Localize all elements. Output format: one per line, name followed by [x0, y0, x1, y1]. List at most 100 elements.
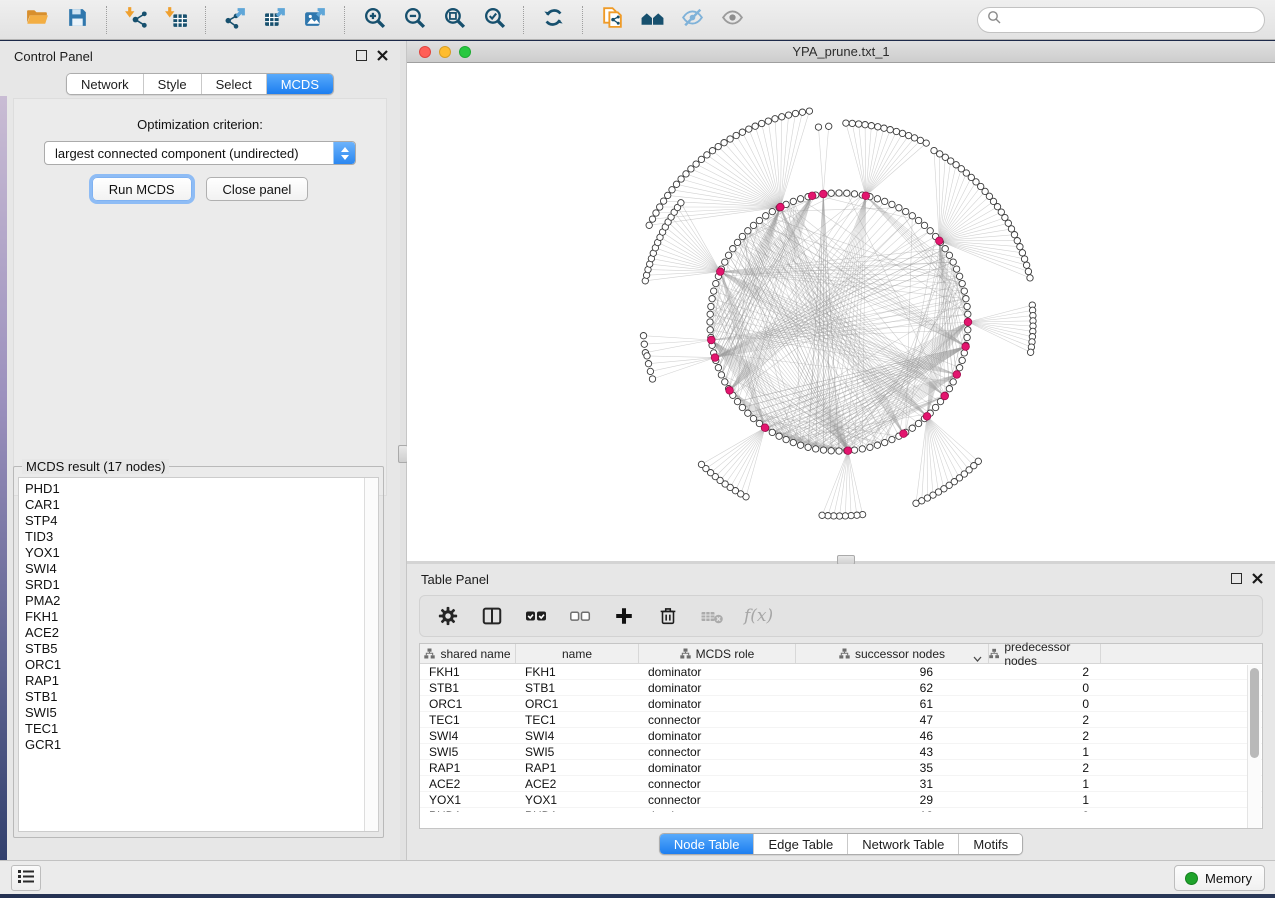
- network-window-titlebar[interactable]: YPA_prune.txt_1: [407, 41, 1275, 63]
- mcds-result-item[interactable]: YOX1: [25, 545, 364, 561]
- import-network-button[interactable]: [119, 3, 153, 37]
- table-row[interactable]: STB1STB1dominator620: [420, 680, 1262, 696]
- zoom-out-button[interactable]: [397, 3, 431, 37]
- mcds-result-item[interactable]: SWI5: [25, 705, 364, 721]
- open-session-button[interactable]: [20, 3, 54, 37]
- mcds-result-group: MCDS result (17 nodes) PHD1CAR1STP4TID3Y…: [13, 466, 384, 838]
- table-cell: 0: [989, 808, 1101, 812]
- table-cell: 46: [796, 728, 989, 743]
- save-session-button[interactable]: [60, 3, 94, 37]
- table-row[interactable]: ORC1ORC1dominator610: [420, 696, 1262, 712]
- table-cell: 43: [796, 744, 989, 759]
- sort-descending-icon: [973, 651, 982, 665]
- mcds-result-item[interactable]: CAR1: [25, 497, 364, 513]
- table-toolbar: f(x): [419, 595, 1263, 637]
- show-all-button[interactable]: [715, 3, 749, 37]
- close-panel-icon[interactable]: [1252, 573, 1263, 584]
- table-cell: 0: [989, 696, 1101, 711]
- show-eye-icon: [720, 5, 745, 35]
- search-icon: [987, 10, 1001, 29]
- import-table-button[interactable]: [159, 3, 193, 37]
- task-history-button[interactable]: [11, 865, 41, 891]
- mcds-result-item[interactable]: SWI4: [25, 561, 364, 577]
- search-box[interactable]: [977, 7, 1265, 33]
- first-neighbors-button[interactable]: [635, 3, 669, 37]
- deselect-all-button[interactable]: [568, 604, 592, 628]
- tab-mcds[interactable]: MCDS: [266, 74, 333, 94]
- select-stepper-icon: [333, 142, 355, 164]
- table-cell: dominator: [639, 680, 796, 695]
- table-cell: 0: [989, 680, 1101, 695]
- show-column-panel-button[interactable]: [480, 604, 504, 628]
- export-network-button[interactable]: [218, 3, 252, 37]
- table-cell: 62: [796, 680, 989, 695]
- table-row[interactable]: TEC1TEC1connector472: [420, 712, 1262, 728]
- network-canvas[interactable]: [407, 63, 1275, 560]
- close-panel-button[interactable]: Close panel: [206, 177, 309, 201]
- column-header-mcds-role[interactable]: MCDS role: [639, 644, 796, 663]
- tab-motifs[interactable]: Motifs: [958, 834, 1022, 854]
- window-zoom-light[interactable]: [459, 46, 471, 58]
- delete-column-button[interactable]: [656, 604, 680, 628]
- table-row[interactable]: RAP1RAP1dominator352: [420, 760, 1262, 776]
- close-panel-icon[interactable]: [377, 50, 388, 61]
- create-column-button[interactable]: [612, 604, 636, 628]
- table-row[interactable]: PHD1PHD1dominator180: [420, 808, 1262, 812]
- export-image-button[interactable]: [298, 3, 332, 37]
- criterion-select[interactable]: largest connected component (undirected): [44, 141, 356, 165]
- tab-network-table[interactable]: Network Table: [847, 834, 958, 854]
- tab-edge-table[interactable]: Edge Table: [753, 834, 847, 854]
- table-scrollbar[interactable]: [1247, 665, 1261, 828]
- mcds-result-item[interactable]: RAP1: [25, 673, 364, 689]
- column-header-successor-nodes[interactable]: successor nodes: [796, 644, 989, 663]
- mcds-result-item[interactable]: ACE2: [25, 625, 364, 641]
- table-row[interactable]: SWI4SWI4dominator462: [420, 728, 1262, 744]
- float-panel-icon[interactable]: [356, 50, 367, 61]
- table-settings-button[interactable]: [436, 604, 460, 628]
- status-bar: Memory: [0, 860, 1275, 894]
- zoom-in-button[interactable]: [357, 3, 391, 37]
- mcds-result-item[interactable]: SRD1: [25, 577, 364, 593]
- table-cell: ACE2: [420, 776, 516, 791]
- window-close-light[interactable]: [419, 46, 431, 58]
- zoom-fit-button[interactable]: [437, 3, 471, 37]
- table-row[interactable]: SWI5SWI5connector431: [420, 744, 1262, 760]
- table-cell: connector: [639, 776, 796, 791]
- column-header-predecessor-nodes[interactable]: predecessor nodes: [989, 644, 1101, 663]
- table-row[interactable]: ACE2ACE2connector311: [420, 776, 1262, 792]
- tab-style[interactable]: Style: [143, 74, 201, 94]
- mcds-result-item[interactable]: STP4: [25, 513, 364, 529]
- float-panel-icon[interactable]: [1231, 573, 1242, 584]
- scrollbar-thumb[interactable]: [1250, 668, 1259, 758]
- table-cell: PHD1: [516, 808, 639, 812]
- mcds-result-item[interactable]: STB5: [25, 641, 364, 657]
- mcds-result-item[interactable]: TEC1: [25, 721, 364, 737]
- mcds-result-item[interactable]: ORC1: [25, 657, 364, 673]
- column-header-name[interactable]: name: [516, 644, 639, 663]
- mcds-result-item[interactable]: FKH1: [25, 609, 364, 625]
- tab-select[interactable]: Select: [201, 74, 266, 94]
- run-mcds-button[interactable]: Run MCDS: [92, 177, 192, 201]
- mcds-list-scrollbar[interactable]: [364, 478, 378, 831]
- hide-selected-button[interactable]: [675, 3, 709, 37]
- table-cell: [1101, 664, 1262, 679]
- mcds-result-item[interactable]: PMA2: [25, 593, 364, 609]
- vertical-splitter[interactable]: [400, 41, 407, 860]
- table-row[interactable]: FKH1FKH1dominator962: [420, 664, 1262, 680]
- column-header-shared-name[interactable]: shared name: [420, 644, 516, 663]
- new-network-from-selection-button[interactable]: [595, 3, 629, 37]
- mcds-result-item[interactable]: GCR1: [25, 737, 364, 753]
- export-table-button[interactable]: [258, 3, 292, 37]
- apply-layout-button[interactable]: [536, 3, 570, 37]
- zoom-selected-button[interactable]: [477, 3, 511, 37]
- mcds-result-item[interactable]: TID3: [25, 529, 364, 545]
- select-all-button[interactable]: [524, 604, 548, 628]
- mcds-result-item[interactable]: PHD1: [25, 481, 364, 497]
- tab-network[interactable]: Network: [67, 74, 143, 94]
- table-row[interactable]: YOX1YOX1connector291: [420, 792, 1262, 808]
- search-input[interactable]: [1001, 12, 1255, 27]
- window-minimize-light[interactable]: [439, 46, 451, 58]
- mcds-result-item[interactable]: STB1: [25, 689, 364, 705]
- memory-button[interactable]: Memory: [1174, 865, 1265, 891]
- tab-node-table[interactable]: Node Table: [660, 834, 754, 854]
